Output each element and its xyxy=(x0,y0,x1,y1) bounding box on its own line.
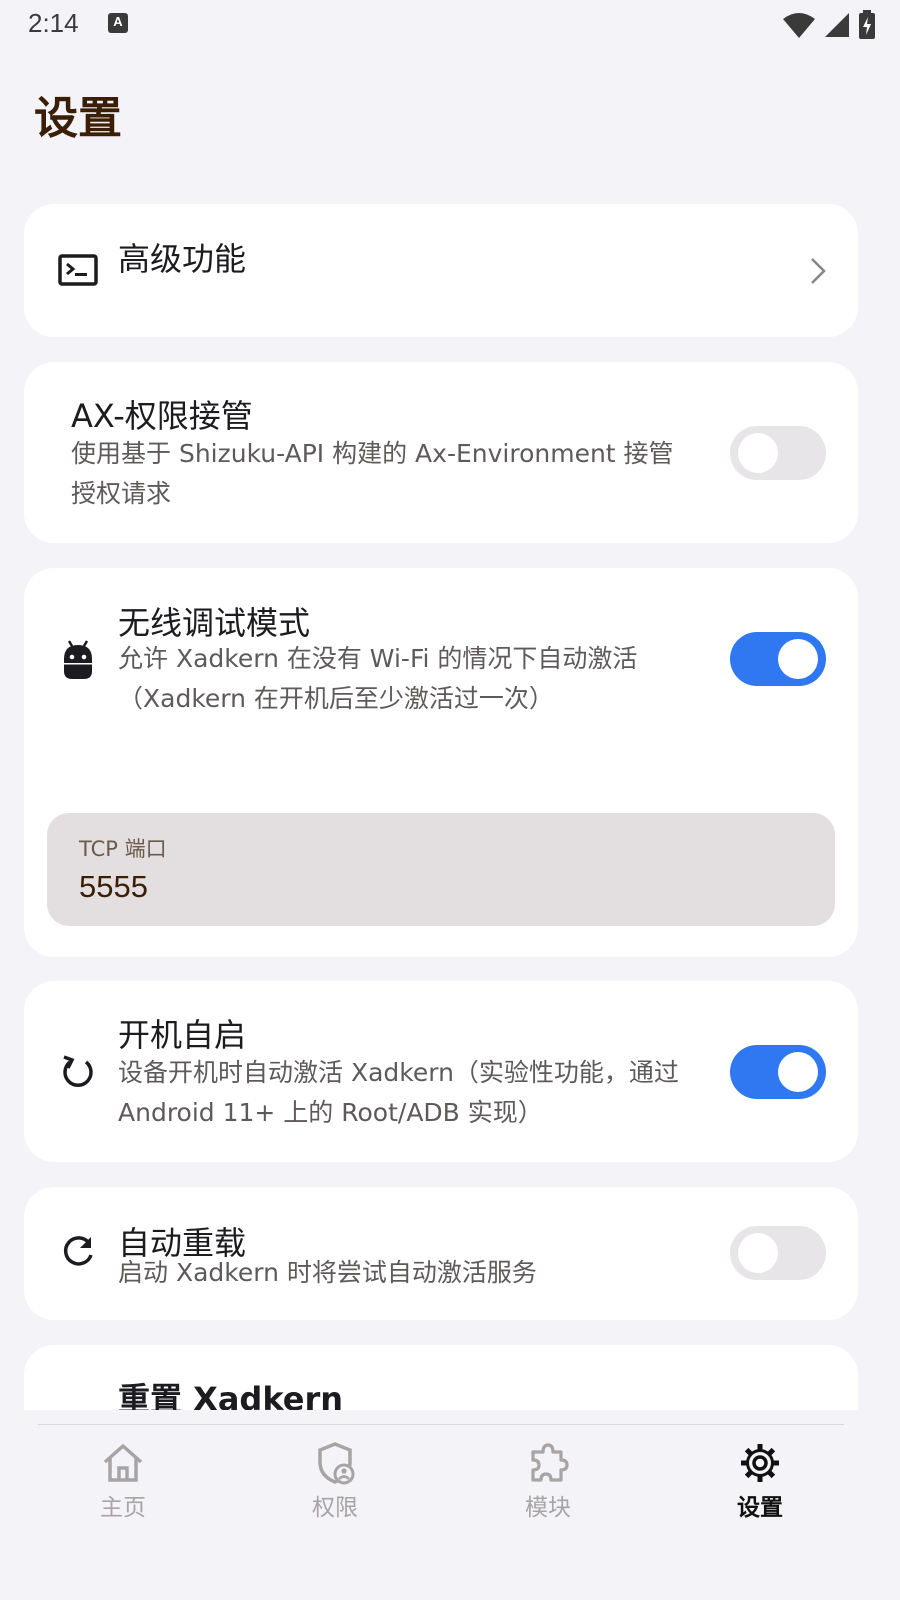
refresh-icon xyxy=(63,1236,93,1266)
shield-person-icon xyxy=(318,1442,355,1485)
nav-divider xyxy=(38,1424,844,1425)
status-bar: 2:14 A xyxy=(0,0,900,50)
status-icons xyxy=(782,10,876,40)
advanced-features-title: 高级功能 xyxy=(118,240,247,278)
nav-label-modules: 模块 xyxy=(525,1495,571,1521)
battery-icon xyxy=(859,10,875,39)
gear-icon xyxy=(741,1444,779,1482)
switch-knob xyxy=(778,639,818,679)
notification-icon: A xyxy=(108,13,128,33)
nav-label-home: 主页 xyxy=(100,1495,146,1521)
nav-item-home[interactable]: 主页 xyxy=(63,1440,183,1522)
wifi-icon xyxy=(783,13,815,38)
nav-item-modules[interactable]: 模块 xyxy=(488,1440,608,1522)
tcp-port-label: TCP 端口 xyxy=(79,837,167,861)
wireless-debug-switch[interactable] xyxy=(730,632,826,686)
auto-reload-desc: 启动 Xadkern 时将尝试自动激活服务 xyxy=(118,1258,537,1287)
nav-label-permissions: 权限 xyxy=(312,1495,358,1521)
auto-reload-switch[interactable] xyxy=(730,1226,826,1280)
puzzle-icon xyxy=(531,1443,569,1482)
chevron-right-icon xyxy=(811,258,826,284)
ax-takeover-title: AX-权限接管 xyxy=(71,397,253,435)
bottom-navigation: 主页 权限 模块 设置 xyxy=(0,1410,900,1600)
wireless-debug-desc: 允许 Xadkern 在没有 Wi-Fi 的情况下自动激活（Xadkern 在开… xyxy=(118,644,638,713)
home-icon xyxy=(103,1444,143,1482)
switch-knob xyxy=(738,1233,778,1273)
boot-start-desc: 设备开机时自动激活 Xadkern（实验性功能，通过 Android 11+ 上… xyxy=(118,1058,679,1127)
status-time: 2:14 xyxy=(28,8,79,38)
restart-icon xyxy=(63,1055,93,1087)
terminal-icon xyxy=(58,254,98,286)
boot-start-switch[interactable] xyxy=(730,1045,826,1099)
nav-item-settings[interactable]: 设置 xyxy=(700,1440,820,1522)
ax-takeover-desc: 使用基于 Shizuku-API 构建的 Ax-Environment 接管授权… xyxy=(71,439,674,508)
ax-takeover-switch[interactable] xyxy=(730,426,826,480)
tcp-port-value[interactable]: 5555 xyxy=(79,869,148,905)
nav-label-settings: 设置 xyxy=(737,1495,783,1521)
boot-start-title: 开机自启 xyxy=(118,1016,247,1054)
cell-signal-icon xyxy=(825,13,849,37)
tcp-port-field[interactable]: TCP 端口 5555 xyxy=(47,813,835,926)
switch-knob xyxy=(738,433,778,473)
switch-knob xyxy=(778,1052,818,1092)
android-icon xyxy=(64,640,92,679)
nav-item-permissions[interactable]: 权限 xyxy=(275,1440,395,1522)
wireless-debug-title: 无线调试模式 xyxy=(118,604,311,642)
page-title: 设置 xyxy=(34,93,122,144)
